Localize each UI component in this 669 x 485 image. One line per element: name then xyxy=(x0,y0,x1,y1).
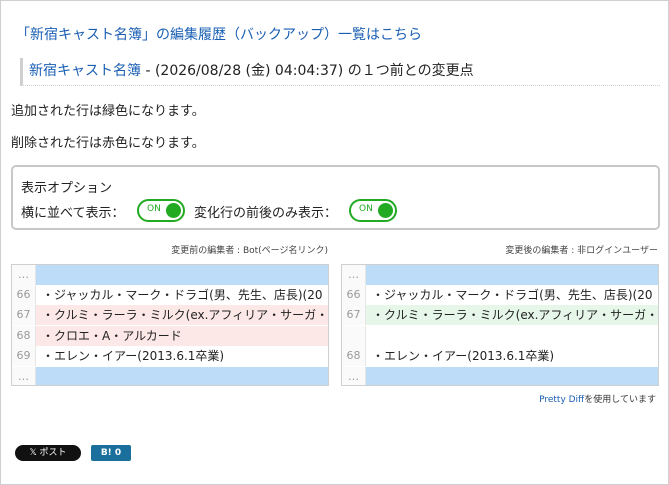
line-text xyxy=(36,367,328,385)
diff-row: … xyxy=(12,367,328,385)
line-text: ・ジャッカル・マーク・ドラゴ(男、先生、店長)(20 xyxy=(42,288,323,302)
after-editor-caption: 変更後の編集者 : 非ログインユーザー xyxy=(505,246,658,256)
diff-pane-before[interactable]: … 66 ・ジャッカル・マーク・ドラゴ(男、先生、店長)(20 67 ・クルミ・ラーラ・… xyxy=(11,264,329,386)
side-by-side-label: 横に並べて表示： xyxy=(21,206,125,221)
diff-row xyxy=(342,326,658,346)
diff-row: 67 ・クルミ・ラーラ・ミルク(ex.アフィリア・サーガ・ xyxy=(12,305,328,325)
line-text: ・エレン・イアー(2013.6.1卒業) xyxy=(372,349,555,363)
line-number: 67 xyxy=(12,305,36,325)
diff-row: 66 ・ジャッカル・マーク・ドラゴ(男、先生、店長)(20 xyxy=(12,285,328,305)
diff-row: … xyxy=(12,265,328,285)
changed-only-label: 変化行の前後のみ表示： xyxy=(194,206,338,221)
diff-row: … xyxy=(342,367,658,385)
removed-rows-note: 削除された行は赤色になります。 xyxy=(11,136,205,151)
line-number: 66 xyxy=(12,285,36,305)
line-text xyxy=(366,367,658,385)
pretty-diff-link[interactable]: Pretty Diff xyxy=(539,395,584,405)
toggle-on-text: ON xyxy=(359,204,373,214)
line-number: 68 xyxy=(12,326,36,346)
history-list-link[interactable]: 「新宿キャスト名簿」の編集履歴（バックアップ）一覧はこちら xyxy=(16,24,422,44)
pretty-diff-credit: Pretty Diffを使用しています xyxy=(539,392,656,405)
line-number: 67 xyxy=(342,305,366,325)
line-number: … xyxy=(12,367,36,385)
line-number: 69 xyxy=(12,346,36,366)
page-name-link[interactable]: 新宿キャスト名簿 xyxy=(29,63,141,79)
heading-date-text: - (2026/08/28 (金) 04:04:37) の１つ前との変更点 xyxy=(141,63,474,79)
diff-row: 66 ・ジャッカル・マーク・ドラゴ(男、先生、店長)(20 xyxy=(342,285,658,305)
toggle-knob xyxy=(378,203,393,218)
line-text: ・クロエ・A・アルカード xyxy=(36,326,328,346)
before-editor-caption: 変更前の編集者 : Bot(ページ名リンク) xyxy=(171,246,328,256)
credit-text: を使用しています xyxy=(584,395,656,405)
changed-only-toggle[interactable]: ON xyxy=(349,199,397,222)
line-number: 66 xyxy=(342,285,366,305)
line-text: ・エレン・イアー(2013.6.1卒業) xyxy=(42,349,225,363)
line-text xyxy=(366,265,658,285)
display-options-box: 表示オプション 横に並べて表示： ON 変化行の前後のみ表示： ON xyxy=(11,165,660,230)
line-number: 68 xyxy=(342,346,366,366)
toggle-on-text: ON xyxy=(147,204,161,214)
line-text: ・ジャッカル・マーク・ドラゴ(男、先生、店長)(20 xyxy=(372,288,653,302)
diff-row: … xyxy=(342,265,658,285)
side-by-side-toggle[interactable]: ON xyxy=(137,199,185,222)
line-number: … xyxy=(12,265,36,285)
line-number: … xyxy=(342,265,366,285)
added-rows-note: 追加された行は緑色になります。 xyxy=(11,104,205,119)
line-text: ・クルミ・ラーラ・ミルク(ex.アフィリア・サーガ・ xyxy=(366,305,658,325)
diff-pane-after[interactable]: … 66 ・ジャッカル・マーク・ドラゴ(男、先生、店長)(20 67 ・クルミ・ラーラ・… xyxy=(341,264,659,386)
page-frame: 「新宿キャスト名簿」の編集履歴（バックアップ）一覧はこちら 新宿キャスト名簿 -… xyxy=(0,0,669,485)
diff-row: 69 ・エレン・イアー(2013.6.1卒業) xyxy=(12,346,328,366)
diff-row: 68 ・エレン・イアー(2013.6.1卒業) xyxy=(342,346,658,366)
line-text xyxy=(366,326,658,346)
line-text xyxy=(36,265,328,285)
toggle-knob xyxy=(166,203,181,218)
x-post-button[interactable]: 𝕏 ポスト xyxy=(15,445,81,461)
diff-row: 68 ・クロエ・A・アルカード xyxy=(12,326,328,346)
page-heading: 新宿キャスト名簿 - (2026/08/28 (金) 04:04:37) の１つ… xyxy=(20,58,660,86)
line-text: ・クルミ・ラーラ・ミルク(ex.アフィリア・サーガ・ xyxy=(36,305,328,325)
line-number xyxy=(342,326,366,346)
options-title: 表示オプション xyxy=(21,181,113,196)
hatena-bookmark-button[interactable]: B! 0 xyxy=(91,445,131,461)
diff-row: 67 ・クルミ・ラーラ・ミルク(ex.アフィリア・サーガ・ xyxy=(342,305,658,325)
line-number: … xyxy=(342,367,366,385)
